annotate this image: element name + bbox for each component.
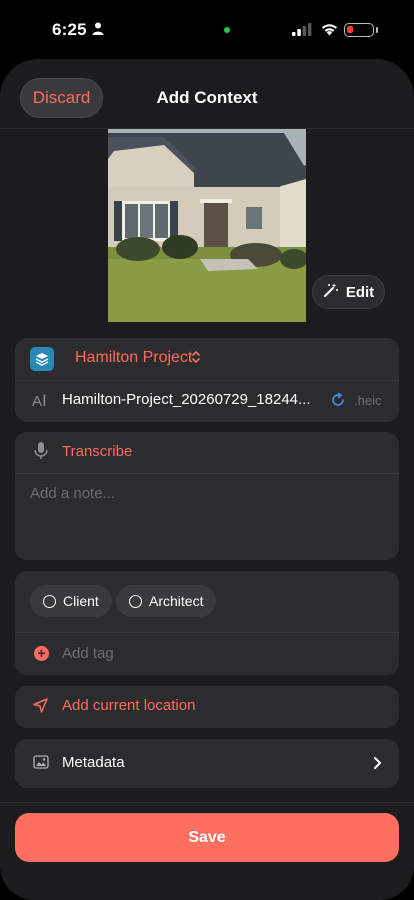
signal-icon — [292, 23, 312, 41]
privacy-indicator — [224, 27, 230, 33]
page-title: Add Context — [156, 88, 258, 107]
radio-circle — [43, 594, 56, 608]
save-button[interactable]: Save — [15, 813, 399, 862]
location-card[interactable]: Add current location — [15, 686, 399, 728]
chevrons-updown-icon[interactable] — [191, 350, 201, 369]
text-cursor-icon: AI — [32, 391, 47, 410]
edit-photo-button[interactable]: Edit — [312, 275, 385, 309]
project-card: Hamilton Project AI Hamilton-Project_202… — [15, 338, 399, 422]
add-location-button[interactable]: Add current location — [62, 697, 195, 714]
row-divider — [15, 473, 399, 474]
status-bar: 6:25 — [0, 0, 414, 60]
tag-chip-architect[interactable]: Architect — [116, 585, 217, 617]
status-time: 6:25 — [52, 20, 87, 39]
project-selector[interactable]: Hamilton Project — [75, 349, 192, 367]
battery-icon — [344, 23, 374, 37]
layers-icon — [30, 347, 54, 371]
metadata-label: Metadata — [62, 754, 125, 771]
metadata-card[interactable]: Metadata — [15, 739, 399, 788]
add-context-sheet: Discard Add Context Edit Hamilton Projec… — [0, 59, 414, 900]
person-icon — [92, 22, 104, 40]
chevron-right-icon — [373, 756, 382, 775]
battery-nub — [376, 27, 378, 33]
row-divider — [15, 632, 399, 633]
radio-circle — [129, 594, 142, 608]
file-extension: .heic — [354, 393, 382, 408]
footer-divider — [0, 802, 414, 803]
photo-preview[interactable] — [108, 129, 306, 322]
wifi-icon — [320, 22, 339, 41]
photo-metadata-icon — [33, 755, 49, 774]
note-card: Transcribe Add a note... — [15, 432, 399, 560]
transcribe-button[interactable]: Transcribe — [62, 443, 132, 460]
filename-field[interactable]: Hamilton-Project_20260729_18244... — [62, 391, 324, 408]
plus-circle-icon[interactable]: + — [34, 646, 49, 661]
tag-label: Architect — [149, 593, 204, 609]
tag-chip-client[interactable]: Client — [30, 585, 112, 617]
location-arrow-icon — [33, 698, 48, 718]
edit-label: Edit — [345, 283, 375, 301]
tag-label: Client — [63, 593, 99, 609]
refresh-icon[interactable] — [330, 392, 346, 413]
note-input[interactable]: Add a note... — [30, 485, 115, 502]
nav-bar: Discard Add Context — [0, 59, 414, 129]
wand-icon — [323, 282, 339, 302]
add-tag-input[interactable]: Add tag — [62, 645, 114, 662]
tags-card: Client Architect + Add tag — [15, 571, 399, 675]
mic-icon[interactable] — [34, 442, 48, 465]
row-divider — [15, 380, 399, 381]
